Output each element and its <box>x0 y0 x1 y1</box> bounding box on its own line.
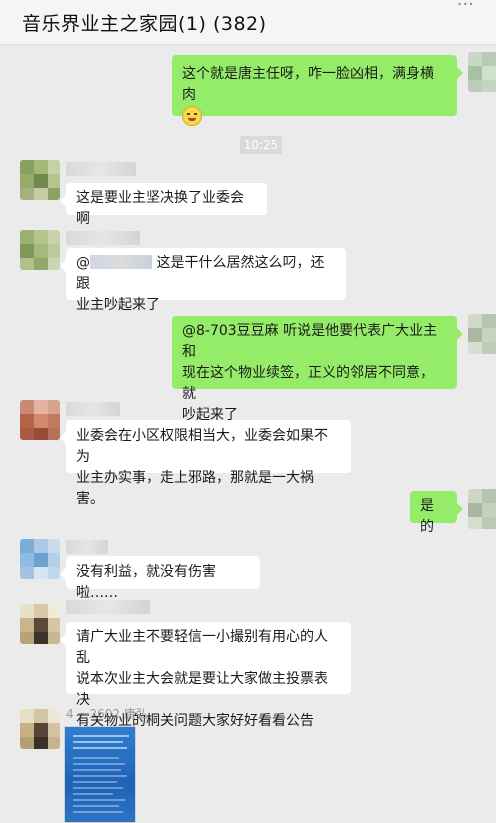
message-bubble-outgoing[interactable]: @8-703豆豆麻 听说是他要代表广大业主和 现在这个物业续签，正义的邻居不同意… <box>172 316 463 423</box>
message-bubble-incoming[interactable]: @ 这是干什么居然这么叼，还跟 业主吵起来了 <box>60 248 346 313</box>
avatar[interactable] <box>468 52 496 92</box>
message-text: 是的 <box>420 498 434 535</box>
message-text: 说本次业主大会就是要让大家做主投票表决 <box>76 671 328 708</box>
message-bubble-incoming[interactable]: 这是要业主坚决换了业委会啊 <box>60 183 267 227</box>
message-text: 业主吵起来了 <box>76 297 160 313</box>
avatar[interactable] <box>20 160 60 200</box>
avatar[interactable] <box>20 604 60 644</box>
avatar[interactable] <box>20 709 60 749</box>
message-bubble-incoming[interactable]: 业委会在小区权限相当大，业委会如果不为 业主办实事，走上邪路，那就是一大祸害。 <box>60 420 351 507</box>
message-bubble-incoming[interactable]: 没有利益，就没有伤害啦…… <box>60 556 260 601</box>
mention-prefix: @ <box>76 255 90 271</box>
sender-name-blurred <box>66 402 120 416</box>
avatar[interactable] <box>468 489 496 529</box>
image-message-thumbnail[interactable] <box>64 726 136 823</box>
message-text: 现在这个物业续签，正义的邻居不同意，就 <box>182 365 434 402</box>
chat-title: 音乐界业主之家园(1) (382) <box>22 13 267 35</box>
message-text: 没有利益，就没有伤害啦…… <box>76 564 216 601</box>
message-text: 这个就是唐主任呀，咋一脸凶相，满身横肉 <box>182 66 434 103</box>
message-text: @8-703豆豆麻 听说是他要代表广大业主和 <box>182 323 438 360</box>
timestamp: 10:25 <box>240 136 282 154</box>
avatar[interactable] <box>468 314 496 354</box>
avatar[interactable] <box>20 539 60 579</box>
sender-name-blurred <box>66 231 140 245</box>
message-bubble-incoming[interactable]: 请广大业主不要轻信一小撮别有用心的人乱 说本次业主大会就是要让大家做主投票表决 … <box>60 622 351 729</box>
message-text: 这是要业主坚决换了业委会啊 <box>76 190 244 227</box>
sender-name: 4 一2602 唐弘 <box>66 707 148 721</box>
message-text: 请广大业主不要轻信一小撮别有用心的人乱 <box>76 629 328 666</box>
chat-header: 音乐界业主之家园(1) (382) ··· <box>0 0 496 45</box>
angry-face-emoji-icon <box>182 106 202 126</box>
avatar[interactable] <box>20 400 60 440</box>
sender-name-blurred <box>66 600 150 614</box>
sender-name-blurred <box>66 162 136 176</box>
more-icon[interactable]: ··· <box>457 0 474 15</box>
message-text: 业主办实事，走上邪路，那就是一大祸害。 <box>76 470 314 507</box>
avatar[interactable] <box>20 230 60 270</box>
mention-blurred <box>90 255 152 269</box>
message-bubble-outgoing[interactable]: 是的 <box>410 491 463 535</box>
message-text: 业委会在小区权限相当大，业委会如果不为 <box>76 428 328 465</box>
message-bubble-outgoing[interactable]: 这个就是唐主任呀，咋一脸凶相，满身横肉 <box>172 55 463 126</box>
sender-name-blurred <box>66 540 108 554</box>
